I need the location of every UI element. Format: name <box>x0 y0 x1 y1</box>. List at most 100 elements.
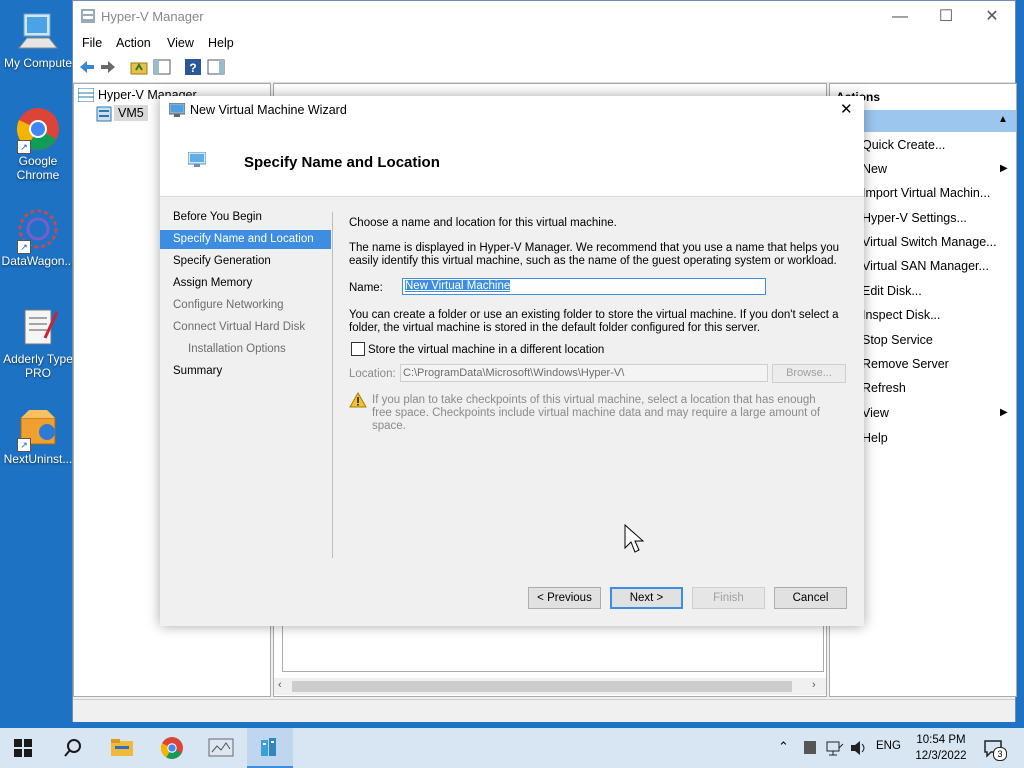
uninstaller-icon: ↗ <box>15 404 61 452</box>
taskbar: ⌃ ENG 10:54 PM 12/3/2022 3 <box>0 728 1024 768</box>
step-before-you-begin[interactable]: Before You Begin <box>160 208 331 227</box>
menu-action[interactable]: Action <box>116 36 151 50</box>
step-specify-generation[interactable]: Specify Generation <box>160 252 331 271</box>
step-specify-name-location[interactable]: Specify Name and Location <box>160 230 331 249</box>
action-quick-create[interactable]: Quick Create... <box>862 138 945 152</box>
action-hyperv-settings[interactable]: Hyper-V Settings... <box>862 211 967 225</box>
window-titlebar: Hyper-V Manager — ☐ ✕ <box>73 1 1015 32</box>
hyperv-manager-taskbar-button[interactable] <box>247 728 293 768</box>
menubar: File Action View Help <box>73 32 1015 54</box>
network-icon[interactable] <box>826 740 844 759</box>
windows-start-icon[interactable] <box>14 739 32 760</box>
desktop-icon-nextuninstaller[interactable]: ↗ NextUninst... <box>0 404 76 466</box>
step-installation-options[interactable]: Installation Options <box>160 340 331 359</box>
mouse-cursor-icon <box>624 523 645 557</box>
folder-help-text: You can create a folder or use an existi… <box>349 309 839 334</box>
location-label: Location: <box>349 368 396 380</box>
desktop-icon-label: Adderly Type PRO <box>3 352 73 380</box>
step-configure-networking[interactable]: Configure Networking <box>160 296 331 315</box>
shortcut-arrow-icon: ↗ <box>17 140 31 154</box>
action-new[interactable]: New <box>862 162 887 176</box>
action-refresh[interactable]: Refresh <box>862 381 906 395</box>
action-virtual-san-manager[interactable]: Virtual SAN Manager... <box>862 259 989 273</box>
close-window-button[interactable]: ✕ <box>969 1 1015 32</box>
location-input[interactable]: C:\ProgramData\Microsoft\Windows\Hyper-V… <box>400 364 768 382</box>
action-help[interactable]: Help <box>862 431 888 445</box>
chrome-taskbar-icon[interactable] <box>160 736 184 763</box>
desktop-icon-label: Google Chrome <box>16 154 60 182</box>
different-location-checkbox[interactable] <box>351 342 365 356</box>
next-button[interactable]: Next > <box>610 587 683 609</box>
file-explorer-icon[interactable] <box>111 737 133 760</box>
action-virtual-switch-manager[interactable]: Virtual Switch Manage... <box>862 235 997 249</box>
tray-overflow-chevron-icon[interactable]: ⌃ <box>778 739 789 755</box>
cancel-button[interactable]: Cancel <box>774 587 847 609</box>
dialog-titlebar: New Virtual Machine Wizard ✕ <box>160 96 864 124</box>
submenu-arrow-icon: ▶ <box>1000 407 1008 418</box>
menu-file[interactable]: File <box>82 36 102 50</box>
show-hide-tree-icon[interactable] <box>153 58 171 76</box>
scroll-left-icon[interactable]: ‹ <box>278 679 282 691</box>
search-icon[interactable] <box>63 738 83 761</box>
clock-time: 10:54 PM <box>916 734 966 746</box>
scrollbar-thumb[interactable] <box>292 681 792 692</box>
horizontal-scrollbar[interactable]: ‹ › <box>274 678 826 695</box>
up-folder-icon[interactable] <box>130 58 148 76</box>
desktop-icon-chrome[interactable]: ↗ Google Chrome <box>0 106 76 182</box>
action-edit-disk[interactable]: Edit Disk... <box>862 284 922 298</box>
desktop-icon-adderly[interactable]: Adderly Type PRO <box>0 304 76 380</box>
language-indicator[interactable]: ENG <box>876 740 901 752</box>
shortcut-arrow-icon: ↗ <box>17 240 31 254</box>
checkpoint-warning-text: If you plan to take checkpoints of this … <box>372 394 821 432</box>
name-help-text: The name is displayed in Hyper-V Manager… <box>349 242 840 267</box>
minimize-button[interactable]: — <box>877 1 923 32</box>
hyperv-taskbar-icon[interactable] <box>208 737 234 762</box>
wizard-page-heading: Specify Name and Location <box>244 154 440 171</box>
tree-node-vm5[interactable]: VM5 <box>114 105 148 121</box>
status-bar <box>73 699 1015 722</box>
forward-arrow-icon[interactable] <box>99 58 117 76</box>
volume-icon[interactable] <box>850 740 868 759</box>
action-import-vm[interactable]: Import Virtual Machin... <box>862 186 990 200</box>
step-summary[interactable]: Summary <box>160 362 331 381</box>
step-connect-virtual-hard-disk[interactable]: Connect Virtual Hard Disk <box>160 318 331 337</box>
help-icon[interactable]: ? <box>184 58 202 76</box>
name-label: Name: <box>349 282 383 294</box>
notepad-icon <box>15 304 61 350</box>
dialog-close-icon[interactable]: ✕ <box>840 100 853 118</box>
server-icon <box>96 106 112 125</box>
step-assign-memory[interactable]: Assign Memory <box>160 274 331 293</box>
hyperv-app-icon <box>81 9 95 26</box>
action-stop-service[interactable]: Stop Service <box>862 333 933 347</box>
tray-app-icon[interactable] <box>804 741 816 754</box>
steps-divider <box>332 212 333 558</box>
toolbar: ? <box>73 54 1015 83</box>
clock-date: 12/3/2022 <box>915 750 967 762</box>
menu-help[interactable]: Help <box>208 36 234 50</box>
action-inspect-disk[interactable]: Inspect Disk... <box>862 308 941 322</box>
action-remove-server[interactable]: Remove Server <box>862 357 949 371</box>
desktop-icon-datawagon[interactable]: ↗ DataWagon... <box>0 206 76 268</box>
vm-name-input[interactable]: New Virtual Machine <box>402 278 766 295</box>
scroll-right-icon[interactable]: › <box>812 679 816 691</box>
desktop-icon-my-computer[interactable]: My Compute <box>0 8 76 70</box>
chrome-icon: ↗ <box>15 106 61 154</box>
datawagon-icon: ↗ <box>15 206 61 254</box>
show-hide-action-pane-icon[interactable] <box>207 58 225 76</box>
computer-icon <box>15 8 61 54</box>
submenu-arrow-icon: ▶ <box>1000 163 1008 174</box>
collapse-up-icon[interactable]: ▲ <box>998 114 1008 125</box>
vm-name-value: New Virtual Machine <box>405 280 511 292</box>
back-arrow-icon[interactable] <box>78 58 96 76</box>
clock[interactable]: 10:54 PM 12/3/2022 <box>915 732 967 764</box>
maximize-button[interactable]: ☐ <box>923 1 969 32</box>
action-view[interactable]: View <box>862 406 889 420</box>
browse-button[interactable]: Browse... <box>772 364 846 383</box>
window-title: Hyper-V Manager <box>101 9 204 24</box>
different-location-label[interactable]: Store the virtual machine in a different… <box>368 344 604 357</box>
finish-button[interactable]: Finish <box>692 587 765 609</box>
previous-button[interactable]: < Previous <box>528 587 601 609</box>
menu-view[interactable]: View <box>167 36 194 50</box>
notification-center-icon[interactable]: 3 <box>983 738 1007 761</box>
desktop-icon-label: My Compute <box>3 56 73 70</box>
